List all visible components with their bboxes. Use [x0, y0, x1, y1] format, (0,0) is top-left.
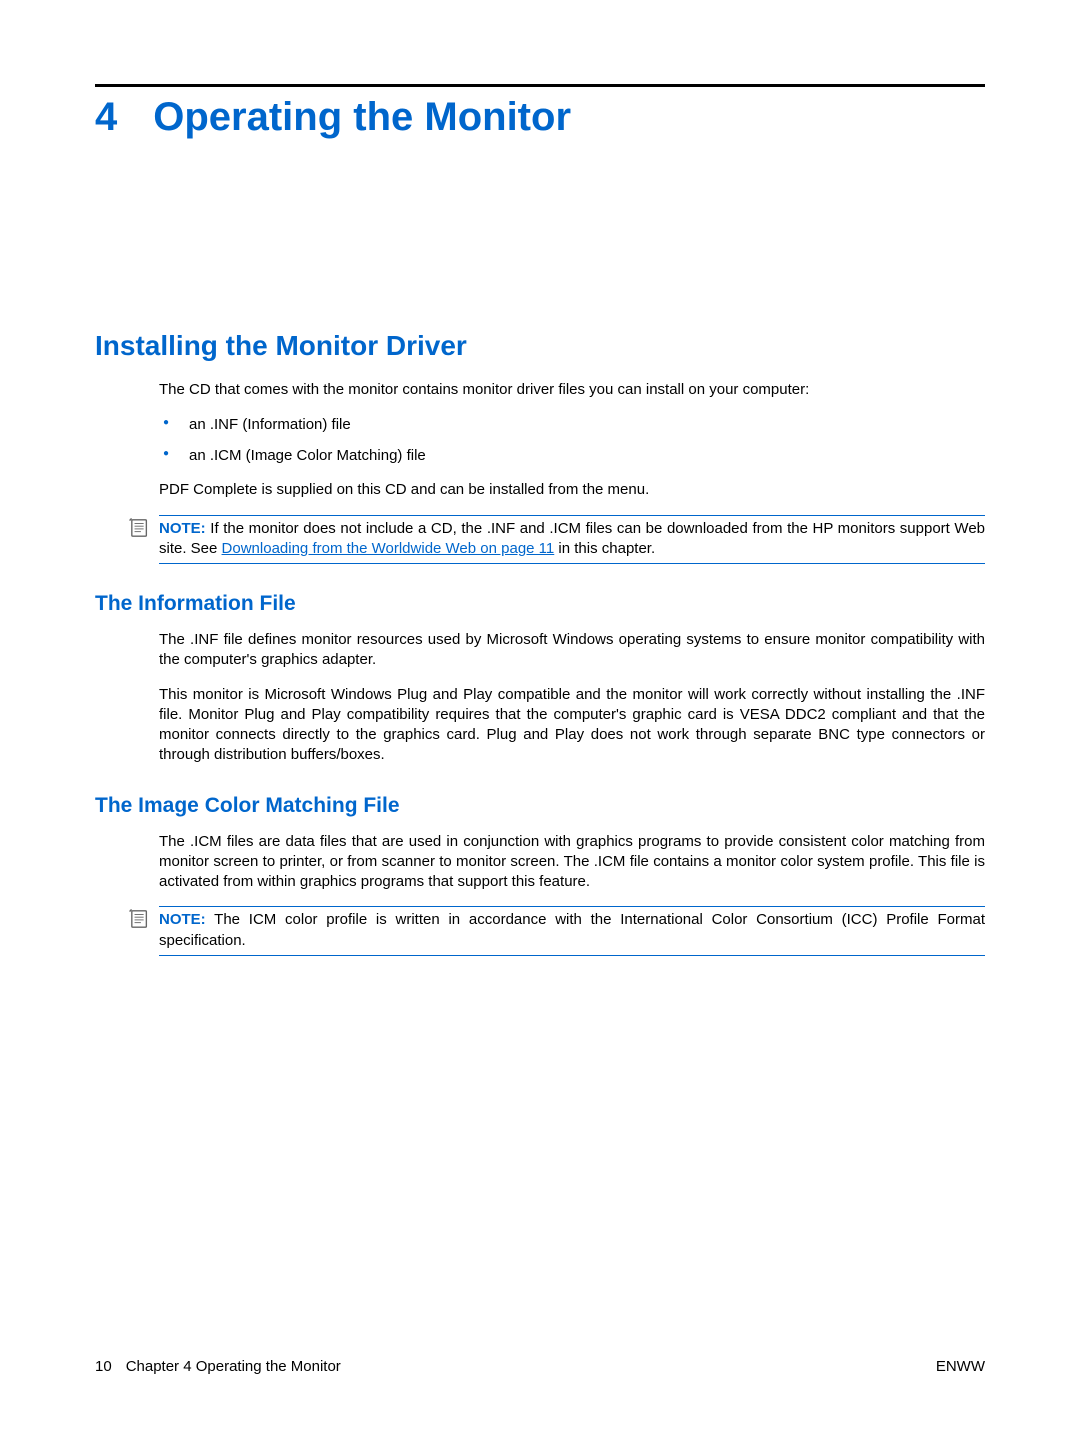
- note-label: NOTE:: [159, 911, 206, 928]
- driver-files-list: an .INF (Information) file an .ICM (Imag…: [159, 414, 985, 466]
- page-number: 10: [95, 1358, 112, 1375]
- subsection2-para1: The .ICM files are data files that are u…: [159, 832, 985, 893]
- note-content-2: NOTE: The ICM color profile is written i…: [159, 906, 985, 956]
- section-title-installing: Installing the Monitor Driver: [95, 330, 985, 362]
- chapter-number: 4: [95, 95, 117, 140]
- note-block-2: NOTE: The ICM color profile is written i…: [129, 906, 985, 956]
- chapter-title: Operating the Monitor: [153, 95, 571, 140]
- list-item: an .INF (Information) file: [159, 414, 985, 435]
- note-block-1: NOTE: If the monitor does not include a …: [129, 515, 985, 565]
- section1-intro: The CD that comes with the monitor conta…: [159, 380, 985, 400]
- subsection1-para1: The .INF file defines monitor resources …: [159, 630, 985, 671]
- note-icon: [129, 518, 151, 538]
- note-icon: [129, 909, 151, 929]
- section1-after-bullets: PDF Complete is supplied on this CD and …: [159, 480, 985, 500]
- subsection1-para2: This monitor is Microsoft Windows Plug a…: [159, 685, 985, 766]
- subsection-title-icm-file: The Image Color Matching File: [95, 794, 985, 818]
- download-link[interactable]: Downloading from the Worldwide Web on pa…: [222, 540, 555, 557]
- subsection-title-information-file: The Information File: [95, 592, 985, 616]
- note-content-1: NOTE: If the monitor does not include a …: [159, 515, 985, 565]
- page-footer: 10 Chapter 4 Operating the Monitor ENWW: [95, 1358, 985, 1375]
- list-item: an .ICM (Image Color Matching) file: [159, 445, 985, 466]
- chapter-header: 4 Operating the Monitor: [95, 95, 985, 140]
- top-rule: [95, 84, 985, 87]
- note-text: The ICM color profile is written in acco…: [159, 911, 985, 948]
- footer-chapter-ref: Chapter 4 Operating the Monitor: [126, 1358, 341, 1375]
- footer-right: ENWW: [936, 1358, 985, 1375]
- note-text-after: in this chapter.: [554, 540, 655, 557]
- note-label: NOTE:: [159, 520, 206, 537]
